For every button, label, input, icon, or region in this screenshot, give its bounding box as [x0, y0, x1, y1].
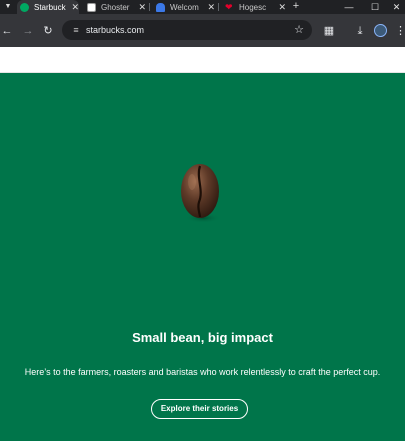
- tab-label: Starbuck: [34, 2, 66, 12]
- new-tab-button[interactable]: +: [290, 0, 302, 14]
- profile-avatar[interactable]: [374, 24, 387, 37]
- back-arrow-icon[interactable]: ←: [0, 24, 14, 38]
- maximize-button[interactable]: ☐: [362, 0, 388, 14]
- address-text[interactable]: starbucks.com: [86, 20, 144, 40]
- tab-strip: ▼ Starbuck ✕ Ghoster ✕ Welcom ✕ ❤ Hogesc…: [0, 0, 405, 14]
- close-tab-icon[interactable]: ✕: [71, 2, 79, 13]
- address-bar[interactable]: ≡ starbucks.com ☆: [62, 20, 312, 40]
- tab-welcome[interactable]: Welcom ✕: [153, 0, 215, 14]
- ghost-logo-icon: [156, 2, 165, 12]
- close-tab-icon[interactable]: ✕: [278, 2, 286, 13]
- browser-toolbar: ← → ↻ ≡ starbucks.com ☆ ▦ ⤓: [0, 14, 405, 47]
- ghostery-logo-icon: [87, 2, 96, 12]
- tab-ghostery[interactable]: Ghoster ✕: [84, 0, 146, 14]
- explore-stories-button[interactable]: Explore their stories: [151, 399, 248, 419]
- site-header: [0, 47, 405, 73]
- tab-search-chevron-icon[interactable]: ▼: [3, 2, 13, 12]
- tab-hogeschool[interactable]: ❤ Hogesc ✕: [222, 0, 286, 14]
- tab-label: Ghoster: [101, 2, 130, 12]
- minimize-button[interactable]: —: [336, 0, 362, 14]
- coffee-bean-image: [181, 164, 221, 223]
- hero-section: Small bean, big impact Here’s to the far…: [0, 73, 405, 441]
- bookmark-star-icon[interactable]: ☆: [292, 22, 306, 38]
- forward-arrow-icon[interactable]: →: [21, 24, 35, 38]
- tab-label: Hogesc: [239, 2, 267, 12]
- tab-separator: [218, 3, 219, 11]
- starbucks-logo-icon: [20, 2, 29, 12]
- close-tab-icon[interactable]: ✕: [207, 2, 215, 13]
- hero-subtitle: Here’s to the farmers, roasters and bari…: [24, 367, 381, 377]
- tab-label: Welcom: [170, 2, 199, 12]
- extensions-puzzle-icon[interactable]: ▦: [322, 24, 336, 38]
- reload-icon[interactable]: ↻: [41, 24, 55, 38]
- close-tab-icon[interactable]: ✕: [138, 2, 146, 13]
- heart-logo-icon: ❤: [225, 1, 233, 12]
- tab-separator: [149, 3, 150, 11]
- site-settings-icon[interactable]: ≡: [69, 23, 83, 37]
- hero-title: Small bean, big impact: [132, 330, 273, 345]
- download-icon[interactable]: ⤓: [353, 24, 367, 38]
- more-menu-icon[interactable]: ⋮: [395, 24, 405, 38]
- close-window-button[interactable]: ✕: [388, 0, 405, 14]
- tab-starbucks[interactable]: Starbuck ✕: [17, 0, 79, 14]
